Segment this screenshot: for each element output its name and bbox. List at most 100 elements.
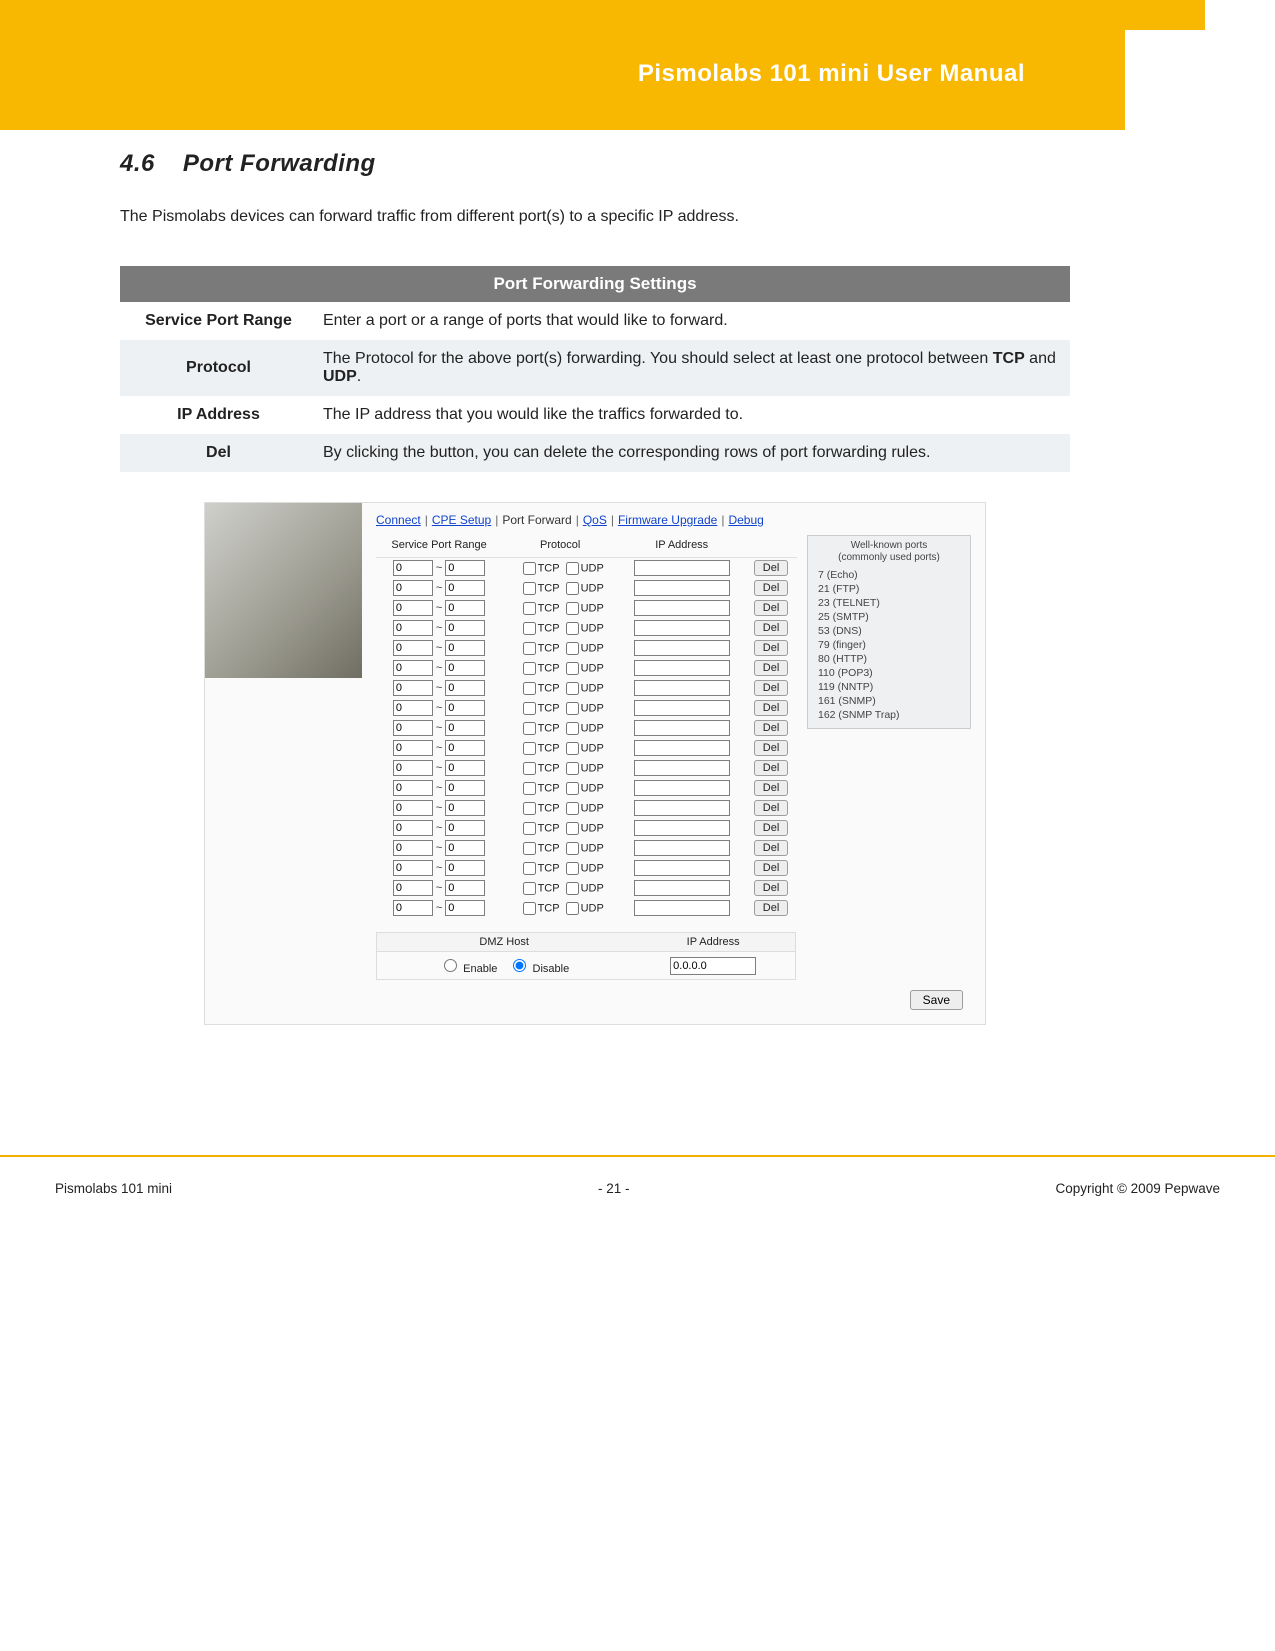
- ip-address-input[interactable]: [634, 760, 730, 776]
- tab-link[interactable]: Firmware Upgrade: [618, 513, 717, 527]
- tcp-checkbox[interactable]: [523, 682, 536, 695]
- tcp-checkbox[interactable]: [523, 782, 536, 795]
- port-to-input[interactable]: [445, 820, 485, 836]
- del-button[interactable]: Del: [754, 900, 789, 916]
- tcp-checkbox[interactable]: [523, 642, 536, 655]
- udp-checkbox[interactable]: [566, 902, 579, 915]
- del-button[interactable]: Del: [754, 600, 789, 616]
- udp-checkbox[interactable]: [566, 762, 579, 775]
- port-to-input[interactable]: [445, 780, 485, 796]
- port-to-input[interactable]: [445, 640, 485, 656]
- tcp-checkbox[interactable]: [523, 702, 536, 715]
- del-button[interactable]: Del: [754, 880, 789, 896]
- port-to-input[interactable]: [445, 580, 485, 596]
- port-to-input[interactable]: [445, 800, 485, 816]
- ip-address-input[interactable]: [634, 600, 730, 616]
- udp-checkbox[interactable]: [566, 842, 579, 855]
- del-button[interactable]: Del: [754, 700, 789, 716]
- tcp-checkbox[interactable]: [523, 622, 536, 635]
- ip-address-input[interactable]: [634, 880, 730, 896]
- port-from-input[interactable]: [393, 760, 433, 776]
- udp-checkbox[interactable]: [566, 822, 579, 835]
- del-button[interactable]: Del: [754, 640, 789, 656]
- port-from-input[interactable]: [393, 660, 433, 676]
- tcp-checkbox[interactable]: [523, 842, 536, 855]
- udp-checkbox[interactable]: [566, 882, 579, 895]
- port-to-input[interactable]: [445, 680, 485, 696]
- tcp-checkbox[interactable]: [523, 862, 536, 875]
- ip-address-input[interactable]: [634, 580, 730, 596]
- port-from-input[interactable]: [393, 820, 433, 836]
- port-from-input[interactable]: [393, 720, 433, 736]
- dmz-disable-radio[interactable]: [513, 959, 526, 972]
- del-button[interactable]: Del: [754, 820, 789, 836]
- port-to-input[interactable]: [445, 660, 485, 676]
- ip-address-input[interactable]: [634, 660, 730, 676]
- port-from-input[interactable]: [393, 880, 433, 896]
- port-to-input[interactable]: [445, 620, 485, 636]
- port-from-input[interactable]: [393, 600, 433, 616]
- ip-address-input[interactable]: [634, 900, 730, 916]
- tcp-checkbox[interactable]: [523, 722, 536, 735]
- port-to-input[interactable]: [445, 900, 485, 916]
- dmz-disable-label[interactable]: Disable: [508, 963, 569, 975]
- ip-address-input[interactable]: [634, 740, 730, 756]
- udp-checkbox[interactable]: [566, 582, 579, 595]
- del-button[interactable]: Del: [754, 680, 789, 696]
- tcp-checkbox[interactable]: [523, 822, 536, 835]
- port-from-input[interactable]: [393, 560, 433, 576]
- del-button[interactable]: Del: [754, 800, 789, 816]
- del-button[interactable]: Del: [754, 860, 789, 876]
- ip-address-input[interactable]: [634, 860, 730, 876]
- udp-checkbox[interactable]: [566, 662, 579, 675]
- tcp-checkbox[interactable]: [523, 662, 536, 675]
- ip-address-input[interactable]: [634, 700, 730, 716]
- port-from-input[interactable]: [393, 700, 433, 716]
- tcp-checkbox[interactable]: [523, 582, 536, 595]
- udp-checkbox[interactable]: [566, 622, 579, 635]
- dmz-ip-input[interactable]: [670, 957, 756, 975]
- port-to-input[interactable]: [445, 720, 485, 736]
- udp-checkbox[interactable]: [566, 742, 579, 755]
- del-button[interactable]: Del: [754, 620, 789, 636]
- dmz-enable-radio[interactable]: [444, 959, 457, 972]
- port-to-input[interactable]: [445, 700, 485, 716]
- port-from-input[interactable]: [393, 840, 433, 856]
- port-from-input[interactable]: [393, 800, 433, 816]
- ip-address-input[interactable]: [634, 820, 730, 836]
- port-to-input[interactable]: [445, 600, 485, 616]
- port-to-input[interactable]: [445, 760, 485, 776]
- udp-checkbox[interactable]: [566, 642, 579, 655]
- udp-checkbox[interactable]: [566, 802, 579, 815]
- del-button[interactable]: Del: [754, 780, 789, 796]
- port-to-input[interactable]: [445, 860, 485, 876]
- port-to-input[interactable]: [445, 840, 485, 856]
- del-button[interactable]: Del: [754, 840, 789, 856]
- udp-checkbox[interactable]: [566, 722, 579, 735]
- ip-address-input[interactable]: [634, 780, 730, 796]
- port-from-input[interactable]: [393, 740, 433, 756]
- tcp-checkbox[interactable]: [523, 802, 536, 815]
- tcp-checkbox[interactable]: [523, 562, 536, 575]
- ip-address-input[interactable]: [634, 620, 730, 636]
- port-to-input[interactable]: [445, 560, 485, 576]
- save-button[interactable]: Save: [910, 990, 963, 1010]
- tab-link[interactable]: Connect: [376, 513, 421, 527]
- tab-link[interactable]: QoS: [583, 513, 607, 527]
- ip-address-input[interactable]: [634, 720, 730, 736]
- ip-address-input[interactable]: [634, 680, 730, 696]
- tcp-checkbox[interactable]: [523, 602, 536, 615]
- udp-checkbox[interactable]: [566, 782, 579, 795]
- tcp-checkbox[interactable]: [523, 882, 536, 895]
- port-from-input[interactable]: [393, 620, 433, 636]
- port-from-input[interactable]: [393, 680, 433, 696]
- port-from-input[interactable]: [393, 900, 433, 916]
- ip-address-input[interactable]: [634, 640, 730, 656]
- ip-address-input[interactable]: [634, 840, 730, 856]
- port-from-input[interactable]: [393, 640, 433, 656]
- del-button[interactable]: Del: [754, 660, 789, 676]
- tab-link[interactable]: CPE Setup: [432, 513, 491, 527]
- tcp-checkbox[interactable]: [523, 742, 536, 755]
- dmz-enable-label[interactable]: Enable: [439, 963, 500, 975]
- port-from-input[interactable]: [393, 860, 433, 876]
